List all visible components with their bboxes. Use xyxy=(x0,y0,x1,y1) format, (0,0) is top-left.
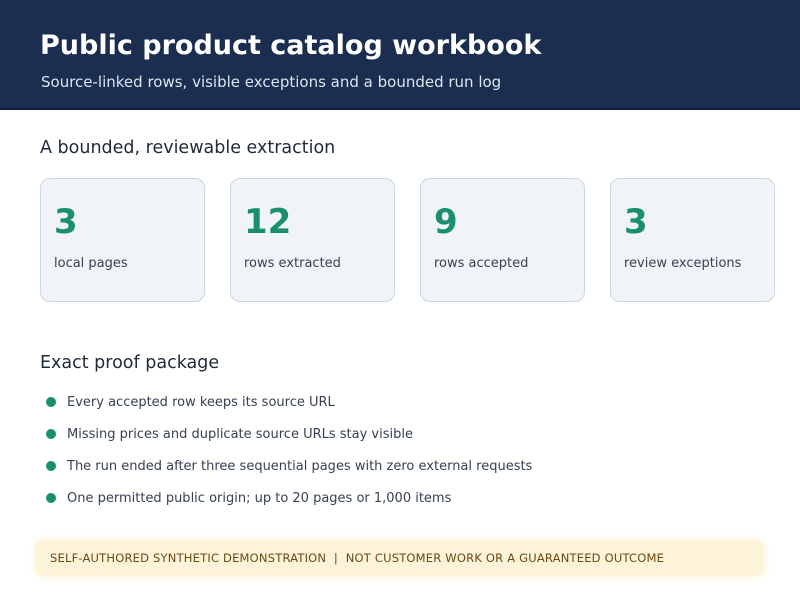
proof-section-title: Exact proof package xyxy=(40,353,220,373)
bullet-dot-icon xyxy=(46,397,56,407)
stat-label: rows accepted xyxy=(434,256,529,271)
list-item-text: Every accepted row keeps its source URL xyxy=(67,394,335,410)
stat-label: review exceptions xyxy=(624,256,742,271)
proof-list: Every accepted row keeps its source URL … xyxy=(46,386,532,514)
stat-card-rows-extracted: 12 rows extracted xyxy=(230,178,395,302)
stat-value: 3 xyxy=(624,202,648,242)
header-banner: Public product catalog workbook Source-l… xyxy=(0,0,800,110)
disclaimer-banner: SELF-AUTHORED SYNTHETIC DEMONSTRATION | … xyxy=(36,541,763,575)
stat-label: rows extracted xyxy=(244,256,341,271)
page: Public product catalog workbook Source-l… xyxy=(0,0,800,600)
list-item-text: One permitted public origin; up to 20 pa… xyxy=(67,490,452,506)
list-item: One permitted public origin; up to 20 pa… xyxy=(46,482,532,514)
list-item-text: Missing prices and duplicate source URLs… xyxy=(67,426,413,442)
page-subtitle: Source-linked rows, visible exceptions a… xyxy=(41,73,502,91)
disclaimer-text: SELF-AUTHORED SYNTHETIC DEMONSTRATION | … xyxy=(50,551,665,565)
stat-card-review-exceptions: 3 review exceptions xyxy=(610,178,775,302)
stat-card-rows-accepted: 9 rows accepted xyxy=(420,178,585,302)
stat-card-local-pages: 3 local pages xyxy=(40,178,205,302)
list-item: Every accepted row keeps its source URL xyxy=(46,386,532,418)
list-item: The run ended after three sequential pag… xyxy=(46,450,532,482)
stat-label: local pages xyxy=(54,256,128,271)
bullet-dot-icon xyxy=(46,461,56,471)
bullet-dot-icon xyxy=(46,493,56,503)
stat-value: 9 xyxy=(434,202,458,242)
summary-section-title: A bounded, reviewable extraction xyxy=(40,138,336,158)
list-item: Missing prices and duplicate source URLs… xyxy=(46,418,532,450)
page-title: Public product catalog workbook xyxy=(40,30,542,61)
stat-value: 12 xyxy=(244,202,292,242)
list-item-text: The run ended after three sequential pag… xyxy=(67,458,533,474)
stat-cards: 3 local pages 12 rows extracted 9 rows a… xyxy=(40,178,776,302)
bullet-dot-icon xyxy=(46,429,56,439)
stat-value: 3 xyxy=(54,202,78,242)
